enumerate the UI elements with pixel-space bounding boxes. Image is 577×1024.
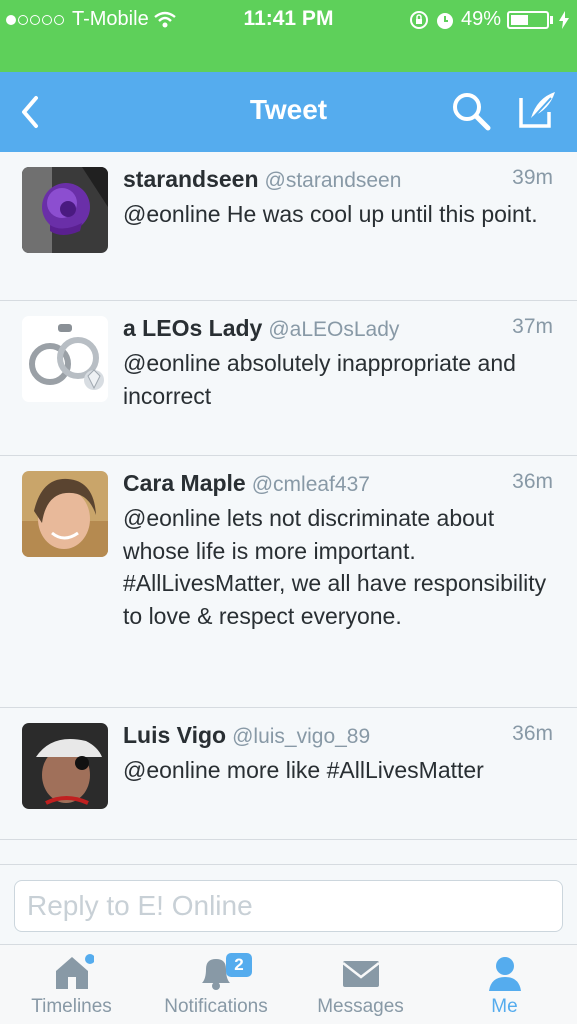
battery-percentage: 49% [460,8,501,30]
tweet-text: @eonline more like #AllLivesMatter [123,757,484,783]
tab-label: Messages [317,996,404,1017]
tweet-author-name[interactable]: a LEOs Lady [123,315,262,341]
notification-badge: 2 [226,953,252,977]
tweet-timestamp: 37m [512,315,553,338]
tweet-author-name[interactable]: Luis Vigo [123,722,226,748]
tab-label: Timelines [31,996,112,1017]
tab-bar: Timelines 2 Notifications Messages Me [0,944,577,1024]
reply-bar [0,864,577,944]
tweet-author-handle[interactable]: @starandseen [265,169,402,192]
tweet-text: @eonline lets not discriminate about who… [123,505,547,629]
tab-messages[interactable]: Messages [289,945,432,1024]
battery-icon [507,10,549,29]
avatar[interactable] [22,316,108,402]
tweet-timestamp: 36m [512,722,553,745]
tab-timelines[interactable]: Timelines [0,945,143,1024]
battery-tip [550,15,553,24]
tweet-author-handle[interactable]: @cmleaf437 [252,473,370,496]
tweet-text: @eonline absolutely inappropriate and in… [123,350,516,409]
tweet-author-name[interactable]: Cara Maple [123,470,246,496]
search-icon[interactable] [450,90,492,132]
tab-me[interactable]: Me [432,945,577,1024]
alarm-icon [436,12,453,29]
compose-tweet-icon[interactable] [515,88,559,132]
navigation-bar: Tweet [0,72,577,152]
home-icon [55,954,94,989]
tweet-timestamp: 39m [512,166,553,189]
tweet-timestamp: 36m [512,470,553,493]
envelope-icon [341,961,380,987]
avatar[interactable] [22,471,108,557]
tweet-item[interactable]: Cara Maple @cmleaf437 36m @eonline lets n… [0,456,577,708]
tweet-author-handle[interactable]: @luis_vigo_89 [232,725,370,748]
rotation-lock-icon [409,10,428,29]
person-icon [488,957,521,991]
reply-input[interactable] [14,880,563,932]
tweet-item[interactable]: a LEOs Lady @aLEOsLady 37m @eonline absol… [0,301,577,456]
avatar[interactable] [22,167,108,253]
tab-notifications[interactable]: 2 Notifications [143,945,289,1024]
tweet-author-name[interactable]: starandseen [123,166,259,192]
status-indicators: 49% [409,8,569,31]
tweet-item[interactable]: Luis Vigo @luis_vigo_89 36m @eonline more… [0,708,577,840]
charging-bolt-icon [559,10,569,29]
tweet-text: @eonline He was cool up until this point… [123,201,538,227]
tweet-item[interactable]: starandseen @starandseen 39m @eonline He … [0,152,577,301]
status-bar: T-Mobile 11:41 PM 49% [0,0,577,72]
tab-label: Notifications [164,996,268,1017]
tab-label: Me [491,996,518,1017]
tweet-author-handle[interactable]: @aLEOsLady [268,318,399,341]
tweet-list[interactable]: starandseen @starandseen 39m @eonline He … [0,152,577,864]
avatar[interactable] [22,723,108,809]
